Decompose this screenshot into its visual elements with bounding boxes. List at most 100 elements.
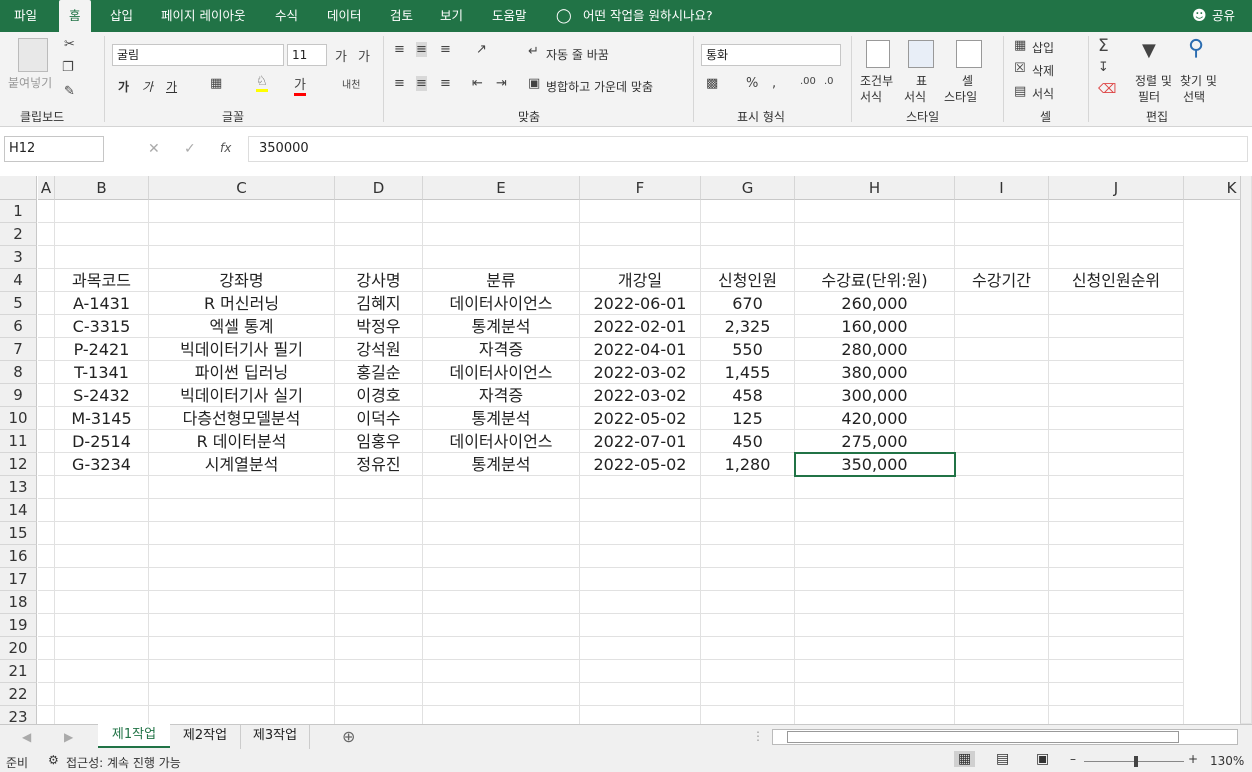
cell[interactable] <box>580 568 701 591</box>
clear-icon[interactable]: ⌫ <box>1098 82 1116 97</box>
table-cell[interactable]: 275,000 <box>795 430 955 453</box>
cell[interactable] <box>335 246 423 269</box>
sheet-tab-3[interactable]: 제3작업 <box>240 725 310 749</box>
cell[interactable] <box>423 637 580 660</box>
cell[interactable] <box>149 246 335 269</box>
increase-decimal-icon[interactable]: .00 <box>800 76 816 87</box>
phonetic-icon[interactable]: 내천 <box>342 76 360 91</box>
table-cell[interactable]: 1,280 <box>701 453 795 476</box>
cell[interactable] <box>55 246 149 269</box>
percent-icon[interactable]: % <box>746 76 758 91</box>
cell[interactable] <box>335 568 423 591</box>
table-cell[interactable]: 통계분석 <box>423 315 580 338</box>
header-cell[interactable]: 과목코드 <box>55 269 149 292</box>
table-cell[interactable]: 정유진 <box>335 453 423 476</box>
cell[interactable] <box>795 568 955 591</box>
table-cell[interactable]: 380,000 <box>795 361 955 384</box>
table-cell[interactable]: 데이터사이언스 <box>423 361 580 384</box>
column-header[interactable]: C <box>149 176 335 200</box>
cell[interactable] <box>955 315 1049 338</box>
cell[interactable] <box>335 683 423 706</box>
cell[interactable] <box>955 545 1049 568</box>
cell[interactable] <box>149 545 335 568</box>
cell[interactable] <box>149 568 335 591</box>
cell[interactable] <box>955 568 1049 591</box>
cell[interactable] <box>1049 200 1184 223</box>
format-painter-icon[interactable]: ✎ <box>64 84 75 99</box>
column-header[interactable]: J <box>1049 176 1184 200</box>
zoom-level[interactable]: 130% <box>1210 754 1244 768</box>
table-cell[interactable]: 550 <box>701 338 795 361</box>
table-cell[interactable]: 파이썬 딥러닝 <box>149 361 335 384</box>
page-layout-view-icon[interactable]: ▤ <box>996 751 1009 767</box>
sort-filter-icon[interactable]: ▼ <box>1142 40 1156 61</box>
font-color-icon[interactable]: 가 <box>294 74 306 96</box>
table-cell[interactable]: 자격증 <box>423 384 580 407</box>
cell[interactable] <box>580 499 701 522</box>
sort-filter-label2[interactable]: 필터 <box>1138 88 1160 105</box>
header-cell[interactable]: 강좌명 <box>149 269 335 292</box>
conditional-format-label1[interactable]: 조건부 <box>860 72 893 89</box>
table-cell[interactable]: 이덕수 <box>335 407 423 430</box>
cell[interactable] <box>955 614 1049 637</box>
cell[interactable] <box>423 522 580 545</box>
cell[interactable] <box>423 568 580 591</box>
cell[interactable] <box>38 361 55 384</box>
row-header[interactable]: 20 <box>0 637 37 660</box>
cell-styles-label2[interactable]: 스타일 <box>944 88 977 105</box>
table-cell[interactable]: 김혜지 <box>335 292 423 315</box>
cell[interactable] <box>38 637 55 660</box>
cell[interactable] <box>795 223 955 246</box>
row-header[interactable]: 4 <box>0 269 37 292</box>
cell[interactable] <box>701 637 795 660</box>
cell[interactable] <box>701 545 795 568</box>
table-cell[interactable]: 2022-06-01 <box>580 292 701 315</box>
align-right-icon[interactable]: ≡ <box>440 76 451 91</box>
cell[interactable] <box>335 614 423 637</box>
table-cell[interactable]: 280,000 <box>795 338 955 361</box>
row-header[interactable]: 6 <box>0 315 37 338</box>
table-cell[interactable]: 강석원 <box>335 338 423 361</box>
cell[interactable] <box>955 637 1049 660</box>
header-cell[interactable]: 수강료(단위:원) <box>795 269 955 292</box>
cell[interactable] <box>38 384 55 407</box>
column-header[interactable]: I <box>955 176 1049 200</box>
name-box[interactable]: H12 <box>4 136 104 162</box>
tab-formulas[interactable]: 수식 <box>275 0 298 32</box>
cell[interactable] <box>955 384 1049 407</box>
row-header[interactable]: 2 <box>0 223 37 246</box>
table-cell[interactable]: 자격증 <box>423 338 580 361</box>
cell[interactable] <box>38 660 55 683</box>
table-cell[interactable]: 통계분석 <box>423 453 580 476</box>
cell[interactable] <box>38 430 55 453</box>
zoom-slider-thumb[interactable] <box>1134 756 1138 767</box>
cell[interactable] <box>149 614 335 637</box>
cell[interactable] <box>335 591 423 614</box>
cell[interactable] <box>580 545 701 568</box>
zoom-out-icon[interactable]: – <box>1070 752 1076 766</box>
row-header[interactable]: 1 <box>0 200 37 223</box>
align-middle-icon[interactable]: ≡ <box>416 42 427 57</box>
cell[interactable] <box>955 453 1049 476</box>
cell[interactable] <box>955 683 1049 706</box>
fill-color-icon[interactable]: ♘ <box>256 74 268 92</box>
font-size-select[interactable]: 11 <box>287 44 327 66</box>
align-center-icon[interactable]: ≡ <box>416 76 427 91</box>
cell[interactable] <box>701 223 795 246</box>
cell[interactable] <box>149 522 335 545</box>
align-bottom-icon[interactable]: ≡ <box>440 42 451 57</box>
cell[interactable] <box>795 476 955 499</box>
table-cell[interactable]: 2022-05-02 <box>580 407 701 430</box>
worksheet-grid[interactable]: A B C D E F G H I J K 1 2 3 4 과목코드 강좌명 강사명 분류 개강일 신청인원 수강료(단위… <box>0 176 1252 724</box>
cell[interactable] <box>955 292 1049 315</box>
table-cell[interactable]: R 데이터분석 <box>149 430 335 453</box>
sort-filter-label1[interactable]: 정렬 및 <box>1135 72 1172 89</box>
cell[interactable] <box>335 660 423 683</box>
share-button[interactable]: 공유 <box>1212 0 1235 32</box>
cell[interactable] <box>55 568 149 591</box>
table-cell[interactable]: P-2421 <box>55 338 149 361</box>
column-header[interactable]: B <box>55 176 149 200</box>
cell[interactable] <box>795 637 955 660</box>
cell[interactable] <box>795 614 955 637</box>
cell[interactable] <box>1049 614 1184 637</box>
